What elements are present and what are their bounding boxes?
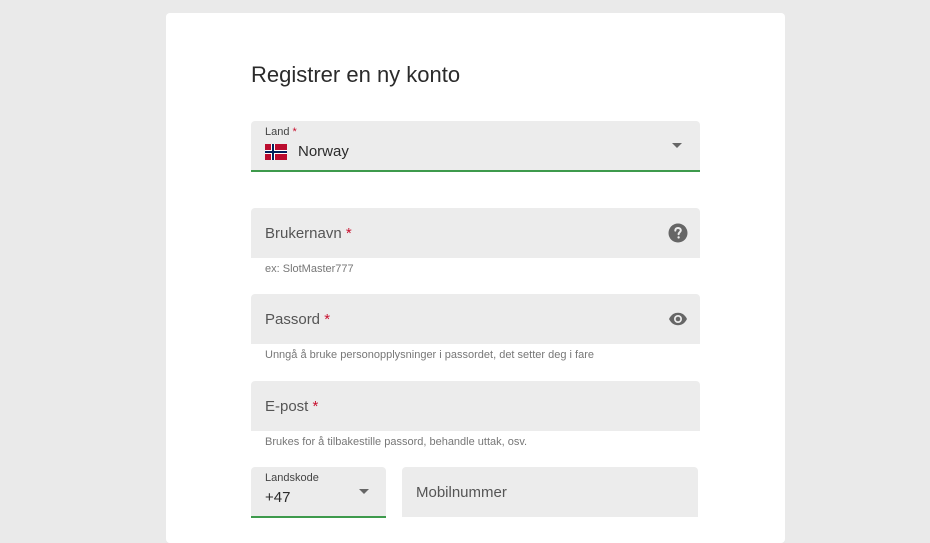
email-placeholder-text: E-post (265, 398, 309, 415)
password-placeholder: Passord * (265, 311, 330, 328)
email-placeholder: E-post * (265, 398, 318, 415)
chevron-down-icon (672, 143, 682, 148)
username-hint: ex: SlotMaster777 (265, 263, 354, 275)
password-hint: Unngå å bruke personopplysninger i passo… (265, 349, 594, 361)
required-mark: * (312, 398, 319, 415)
country-code-label: Landskode (265, 472, 319, 484)
registration-card (166, 13, 785, 543)
help-icon[interactable] (668, 223, 688, 243)
username-field[interactable]: Brukernavn * (251, 208, 700, 258)
email-hint: Brukes for å tilbakestille passord, beha… (265, 436, 528, 448)
password-field[interactable]: Passord * (251, 294, 700, 344)
country-value: Norway (265, 143, 349, 160)
mobile-placeholder: Mobilnummer (416, 484, 507, 501)
username-placeholder-text: Brukernavn (265, 225, 342, 242)
required-mark: * (324, 311, 331, 328)
country-label-text: Land (265, 126, 290, 138)
country-code-select[interactable]: Landskode +47 (251, 467, 386, 518)
eye-icon[interactable] (668, 309, 688, 329)
country-label: Land * (265, 126, 297, 138)
country-select[interactable]: Land * Norway (251, 121, 700, 172)
username-placeholder: Brukernavn * (265, 225, 352, 242)
norway-flag-icon (265, 143, 287, 160)
required-mark: * (345, 225, 352, 242)
page-title: Registrer en ny konto (251, 62, 461, 87)
mobile-number-field[interactable]: Mobilnummer (402, 467, 698, 517)
password-placeholder-text: Passord (265, 311, 321, 328)
email-field[interactable]: E-post * (251, 381, 700, 431)
country-code-value: +47 (265, 489, 291, 506)
country-value-text: Norway (298, 143, 349, 160)
required-mark: * (292, 126, 297, 138)
chevron-down-icon (359, 489, 369, 494)
